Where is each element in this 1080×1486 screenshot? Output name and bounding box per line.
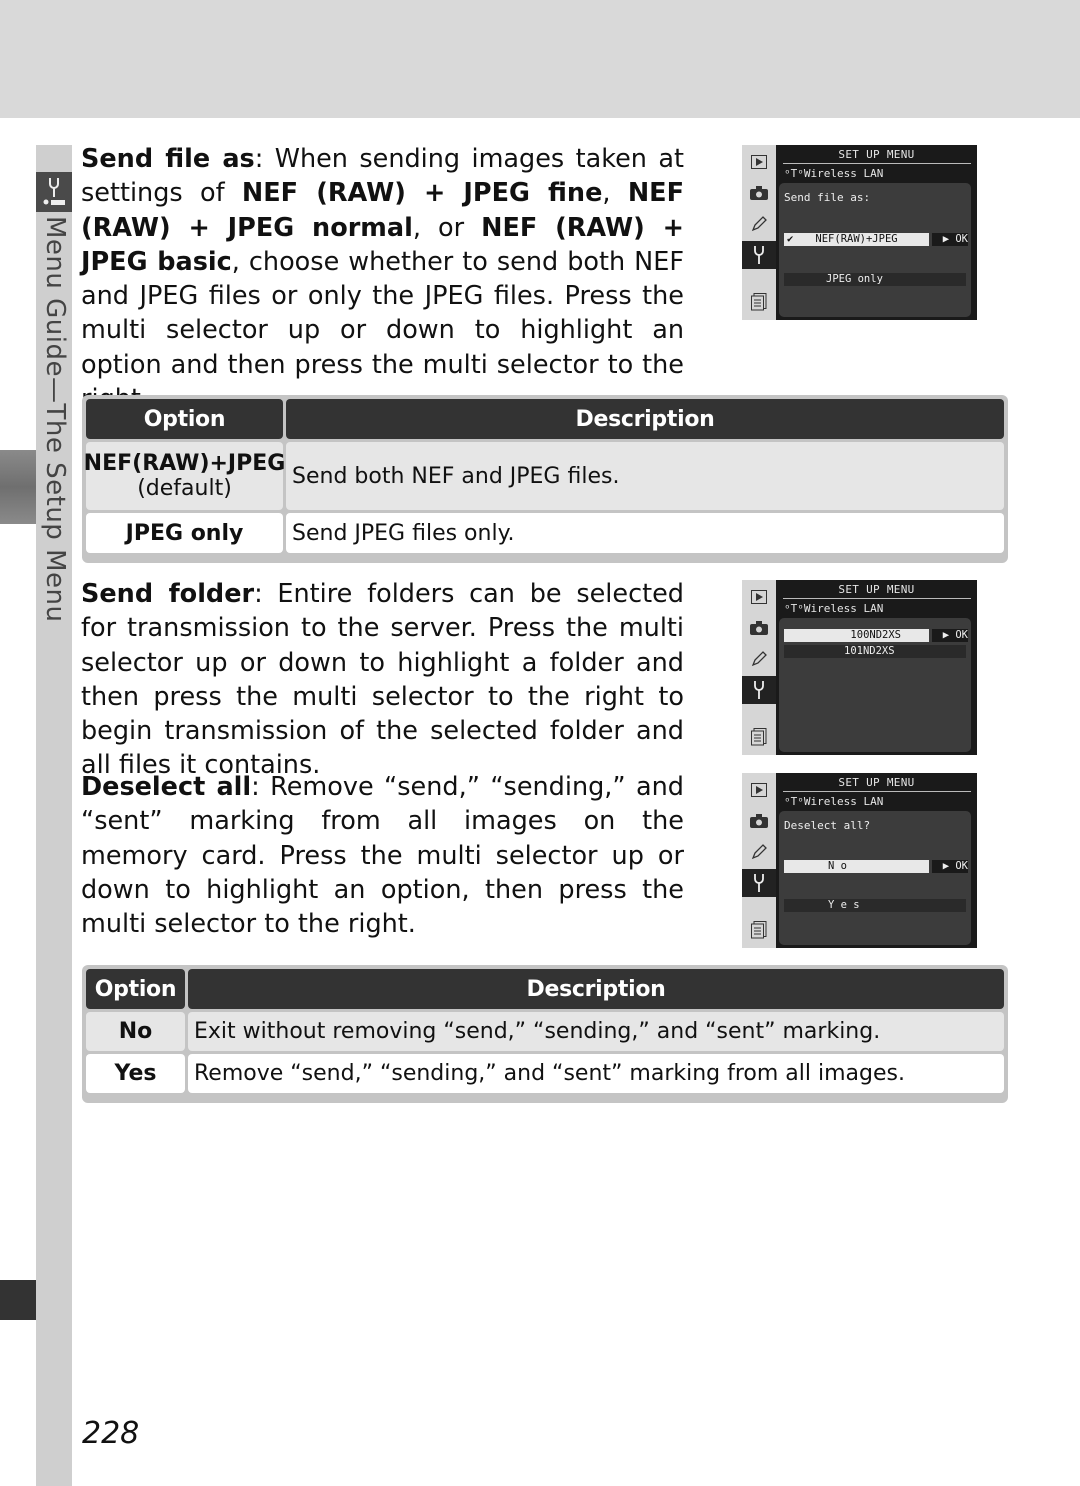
table-header: Option Description <box>86 399 1004 439</box>
option-label: Y e s <box>828 899 860 911</box>
playback-icon <box>748 779 770 801</box>
menu-tabs <box>742 580 776 755</box>
setup-menu-wrench-icon <box>36 172 72 212</box>
screen-title: SET UP MENU <box>838 776 915 789</box>
page-header-band <box>0 0 1080 118</box>
text: , <box>602 178 628 209</box>
menu-tabs <box>742 773 776 948</box>
term-deselect-all: Deselect all <box>81 772 252 802</box>
header-description: Description <box>286 399 1004 439</box>
bold-setting: NEF (RAW) + JPEG fine <box>241 178 603 209</box>
section-thumb-tab <box>0 450 36 524</box>
paragraph-deselect-all: Deselect all: Remove “send,” “sending,” … <box>81 770 684 941</box>
option-unselected[interactable]: JPEG only <box>784 273 966 286</box>
option-note: (default) <box>137 476 232 501</box>
screen-title: SET UP MENU <box>838 148 915 161</box>
option-label: JPEG only <box>826 273 883 285</box>
option-name: NEF(RAW)+JPEG <box>83 451 286 476</box>
recent-settings-icon <box>748 919 770 941</box>
side-marker <box>0 1280 36 1320</box>
wrench-icon <box>742 241 776 269</box>
pencil-icon <box>748 648 770 670</box>
option-cell: Yes <box>86 1054 185 1093</box>
table-header: Option Description <box>86 969 1004 1009</box>
header-option: Option <box>86 399 283 439</box>
screen-prompt: Send file as: <box>784 191 871 204</box>
folder-label: 100ND2XS <box>850 629 901 641</box>
option-panel: 100ND2XS ▶ OK 101ND2XS <box>779 618 971 752</box>
option-label: NEF(RAW)+JPEG <box>815 233 898 245</box>
menu-tabs <box>742 145 776 320</box>
description-cell: Remove “send,” “sending,” and “sent” mar… <box>188 1054 1004 1093</box>
screen-subtitle: ᵒTᵒWireless LAN <box>784 167 884 180</box>
options-table-send-file-as: Option Description NEF(RAW)+JPEG (defaul… <box>82 395 1008 563</box>
description-cell: Exit without removing “send,” “sending,”… <box>188 1012 1004 1051</box>
option-panel: Deselect all? N o ▶ OK Y e s <box>779 811 971 945</box>
folder-unselected[interactable]: 101ND2XS <box>784 645 966 658</box>
option-unselected[interactable]: Y e s <box>784 899 966 912</box>
pencil-icon <box>748 841 770 863</box>
text: : Entire folders can be selected for tra… <box>81 579 684 781</box>
term-send-folder: Send folder <box>81 579 255 609</box>
recent-settings-icon <box>748 726 770 748</box>
lcd-screen: SET UP MENU ᵒTᵒWireless LAN Deselect all… <box>776 773 977 948</box>
text: , or <box>412 212 482 243</box>
pencil-icon <box>748 213 770 235</box>
folder-selected[interactable]: 100ND2XS <box>784 629 929 642</box>
wrench-icon <box>742 869 776 897</box>
screen-subtitle: ᵒTᵒWireless LAN <box>784 795 884 808</box>
table-row: Yes Remove “send,” “sending,” and “sent”… <box>86 1054 1004 1093</box>
header-description: Description <box>188 969 1004 1009</box>
table-row: JPEG only Send JPEG files only. <box>86 513 1004 553</box>
ok-indicator: ▶ OK <box>932 860 968 873</box>
options-table-deselect-all: Option Description No Exit without remov… <box>82 965 1008 1103</box>
recent-settings-icon <box>748 291 770 313</box>
screen-prompt: Deselect all? <box>784 819 871 832</box>
ok-indicator: ▶ OK <box>932 233 968 246</box>
option-cell: NEF(RAW)+JPEG (default) <box>83 442 286 510</box>
description-cell: Send both NEF and JPEG files. <box>286 442 1004 510</box>
wrench-icon <box>742 676 776 704</box>
option-panel: Send file as: ✔ NEF(RAW)+JPEG ▶ OK JPEG … <box>779 183 971 317</box>
option-cell: JPEG only <box>86 513 283 553</box>
camera-screen-send-folder: SET UP MENU ᵒTᵒWireless LAN 100ND2XS ▶ O… <box>742 580 977 755</box>
table-row: No Exit without removing “send,” “sendin… <box>86 1012 1004 1051</box>
term-send-file-as: Send file as <box>81 144 255 174</box>
side-label-text: Menu Guide—The Setup Menu <box>40 216 70 623</box>
camera-icon <box>748 617 770 639</box>
side-section-label: Menu Guide—The Setup Menu <box>38 216 70 622</box>
camera-icon <box>748 182 770 204</box>
playback-icon <box>748 151 770 173</box>
screen-subtitle: ᵒTᵒWireless LAN <box>784 602 884 615</box>
paragraph-send-folder: Send folder: Entire folders can be selec… <box>81 577 684 783</box>
option-selected[interactable]: ✔ NEF(RAW)+JPEG <box>784 233 929 246</box>
camera-icon <box>748 810 770 832</box>
playback-icon <box>748 586 770 608</box>
camera-screen-deselect-all: SET UP MENU ᵒTᵒWireless LAN Deselect all… <box>742 773 977 948</box>
ok-indicator: ▶ OK <box>932 629 968 642</box>
header-option: Option <box>86 969 185 1009</box>
option-cell: No <box>86 1012 185 1051</box>
camera-screen-send-file-as: SET UP MENU ᵒTᵒWireless LAN Send file as… <box>742 145 977 320</box>
lcd-screen: SET UP MENU ᵒTᵒWireless LAN 100ND2XS ▶ O… <box>776 580 977 755</box>
folder-label: 101ND2XS <box>844 645 895 657</box>
screen-title: SET UP MENU <box>838 583 915 596</box>
option-selected[interactable]: N o <box>784 860 929 873</box>
page-number: 228 <box>82 1416 140 1451</box>
lcd-screen: SET UP MENU ᵒTᵒWireless LAN Send file as… <box>776 145 977 320</box>
option-label: N o <box>828 860 847 872</box>
table-row: NEF(RAW)+JPEG (default) Send both NEF an… <box>83 442 1004 510</box>
paragraph-send-file-as: Send file as: When sending images taken … <box>81 142 684 416</box>
description-cell: Send JPEG files only. <box>286 513 1004 553</box>
